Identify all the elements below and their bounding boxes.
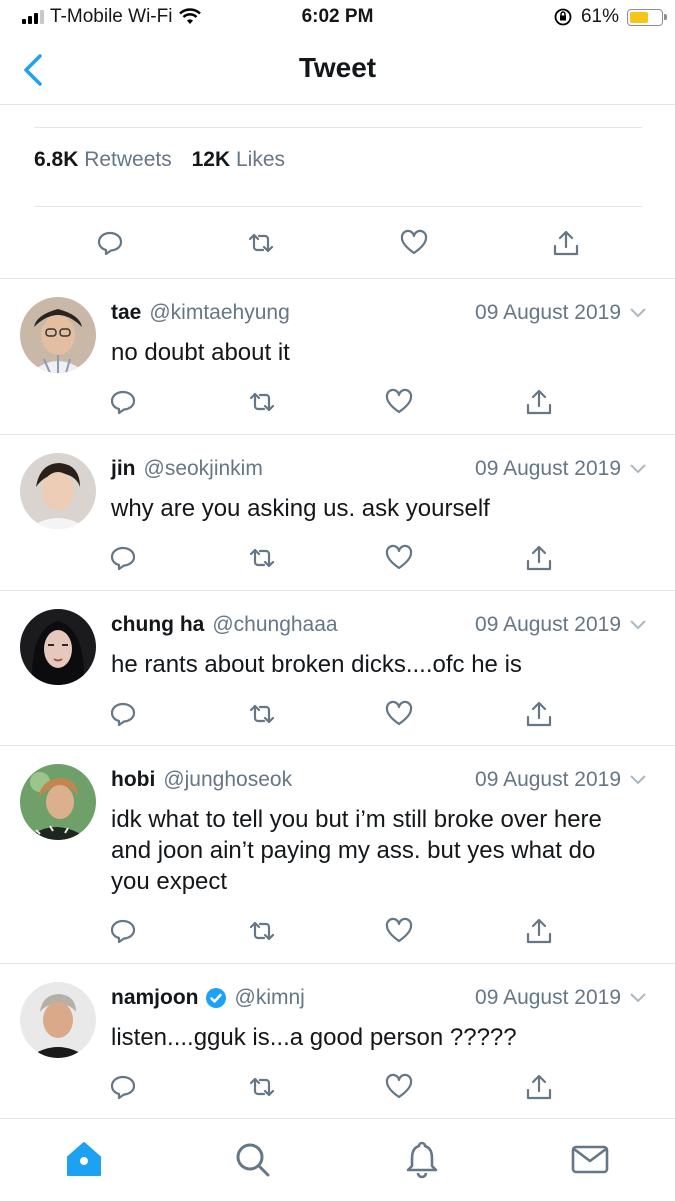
display-name[interactable]: namjoon [111,986,199,1010]
reply-text: listen....gguk is...a good person ????? [111,1024,517,1051]
like-icon[interactable] [384,1072,414,1102]
reply-actions [0,699,675,733]
page-title: Tweet [298,52,377,83]
reply-icon[interactable] [108,916,138,946]
display-name[interactable]: jin [111,457,136,481]
likes-label[interactable]: Likes [236,148,285,171]
home-icon[interactable] [64,1139,104,1179]
display-name[interactable]: hobi [111,768,155,792]
retweet-icon[interactable] [247,387,277,417]
retweets-label[interactable]: Retweets [84,148,172,171]
battery-percent: 61% [580,6,619,27]
retweet-icon[interactable] [247,543,277,573]
share-icon[interactable] [551,228,581,258]
chevron-down-icon[interactable] [629,774,647,786]
like-icon[interactable] [384,699,414,729]
like-icon[interactable] [399,228,429,258]
share-icon[interactable] [524,387,554,417]
retweets-count[interactable]: 6.8K [34,148,78,171]
reply-icon[interactable] [108,543,138,573]
timestamp: 09 August 2019 [475,768,621,791]
reply-icon[interactable] [95,228,125,258]
display-name[interactable]: tae [111,301,141,325]
reply-text: why are you asking us. ask yourself [111,495,490,522]
reply-date: 09 August 2019 [475,768,647,792]
share-icon[interactable] [524,916,554,946]
avatar[interactable] [20,764,96,840]
chevron-down-icon[interactable] [629,619,647,631]
timestamp: 09 August 2019 [475,986,621,1009]
reply-header: jin @seokjinkim [111,457,263,481]
share-icon[interactable] [524,543,554,573]
reply-icon[interactable] [108,387,138,417]
display-name[interactable]: chung ha [111,613,204,637]
reply-actions [0,387,675,421]
reply-header: tae @kimtaehyung [111,301,290,325]
orientation-lock-icon [554,8,572,26]
notifications-icon[interactable] [402,1139,442,1179]
reply-header: hobi @junghoseok [111,768,292,792]
timestamp: 09 August 2019 [475,457,621,480]
reply-text: no doubt about it [111,339,290,366]
reply-date: 09 August 2019 [475,301,647,325]
reply-text: he rants about broken dicks....ofc he is [111,651,522,678]
tweet-actions [0,228,675,262]
reply-date: 09 August 2019 [475,613,647,637]
search-icon[interactable] [232,1139,272,1179]
reply-actions [0,916,675,950]
retweet-icon[interactable] [247,699,277,729]
user-handle[interactable]: @chunghaaa [212,613,337,637]
reply-header: chung ha @chunghaaa [111,613,338,637]
user-handle[interactable]: @seokjinkim [144,457,263,481]
retweet-icon[interactable] [247,916,277,946]
reply-item[interactable]: namjoon @kimnj 09 August 2019 listen....… [0,964,675,1118]
chevron-down-icon[interactable] [629,307,647,319]
reply-date: 09 August 2019 [475,986,647,1010]
reply-date: 09 August 2019 [475,457,647,481]
reply-header: namjoon @kimnj [111,986,305,1010]
share-icon[interactable] [524,699,554,729]
status-bar: T-Mobile Wi-Fi 6:02 PM 61% [0,0,675,36]
avatar[interactable] [20,609,96,685]
retweet-icon[interactable] [246,228,276,258]
reply-actions [0,1072,675,1106]
reply-item[interactable]: chung ha @chunghaaa 09 August 2019 he ra… [0,591,675,746]
likes-count[interactable]: 12K [192,148,231,171]
avatar[interactable] [20,982,96,1058]
like-icon[interactable] [384,543,414,573]
timestamp: 09 August 2019 [475,301,621,324]
tweet-stats: 6.8K Retweets 12K Likes [34,148,299,172]
share-icon[interactable] [524,1072,554,1102]
reply-actions [0,543,675,577]
reply-item[interactable]: jin @seokjinkim 09 August 2019 why are y… [0,435,675,591]
reply-icon[interactable] [108,699,138,729]
battery-icon [627,8,667,26]
status-right: 61% [553,6,667,28]
chevron-down-icon[interactable] [629,992,647,1004]
like-icon[interactable] [384,916,414,946]
user-handle[interactable]: @junghoseok [163,768,292,792]
like-icon[interactable] [384,387,414,417]
timestamp: 09 August 2019 [475,613,621,636]
reply-icon[interactable] [108,1072,138,1102]
retweet-icon[interactable] [247,1072,277,1102]
user-handle[interactable]: @kimtaehyung [149,301,289,325]
navigation-bar: Tweet [0,36,675,105]
reply-text: idk what to tell you but i’m still broke… [111,806,602,895]
user-handle[interactable]: @kimnj [235,986,305,1010]
avatar[interactable] [20,453,96,529]
verified-badge-icon [205,988,226,1008]
reply-item[interactable]: tae @kimtaehyung 09 August 2019 no doubt… [0,279,675,435]
tab-bar [0,1118,675,1201]
reply-item[interactable]: hobi @junghoseok 09 August 2019 idk what… [0,746,675,964]
divider [34,127,642,128]
messages-icon[interactable] [570,1139,610,1179]
chevron-down-icon[interactable] [629,463,647,475]
divider [34,206,642,207]
avatar[interactable] [20,297,96,373]
